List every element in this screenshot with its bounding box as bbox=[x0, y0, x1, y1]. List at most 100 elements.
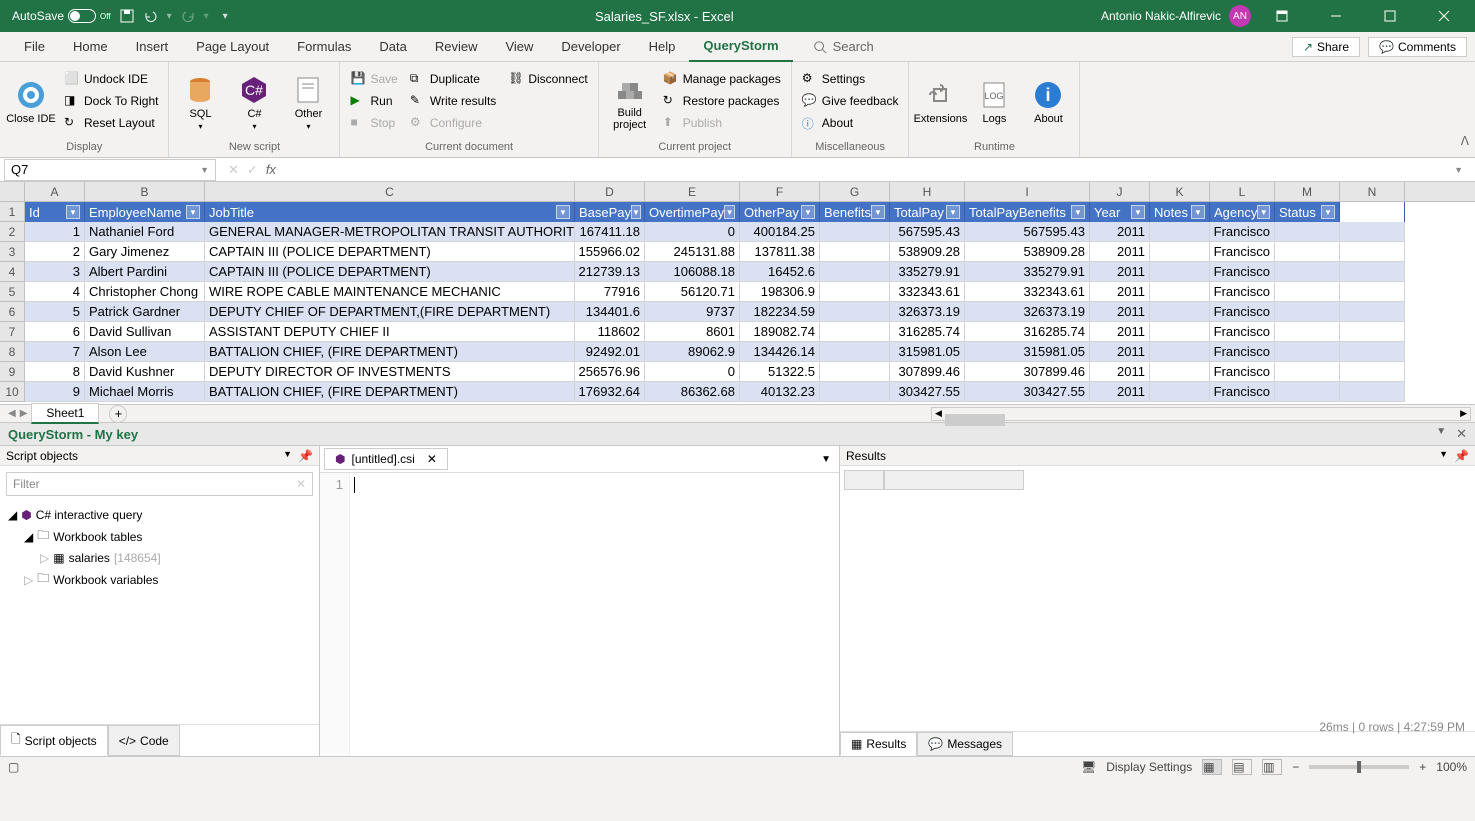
col-header-J[interactable]: J bbox=[1090, 182, 1150, 201]
table-header-TotalPayBenefits[interactable]: TotalPayBenefits▼ bbox=[965, 202, 1090, 222]
cell[interactable]: 2011 bbox=[1090, 242, 1150, 262]
cell[interactable]: 2011 bbox=[1090, 382, 1150, 402]
cell[interactable]: 8601 bbox=[645, 322, 740, 342]
table-header-OtherPay[interactable]: OtherPay▼ bbox=[740, 202, 820, 222]
cell[interactable]: 303427.55 bbox=[890, 382, 965, 402]
cell[interactable] bbox=[820, 342, 890, 362]
cell[interactable] bbox=[1150, 362, 1210, 382]
row-header-5[interactable]: 5 bbox=[0, 282, 25, 302]
cell[interactable]: 182234.59 bbox=[740, 302, 820, 322]
cell[interactable] bbox=[1150, 342, 1210, 362]
cell[interactable] bbox=[1340, 242, 1405, 262]
cell[interactable] bbox=[820, 322, 890, 342]
view-normal-icon[interactable]: ▦ bbox=[1202, 759, 1222, 775]
tab-help[interactable]: Help bbox=[635, 32, 690, 62]
cell[interactable]: Alson Lee bbox=[85, 342, 205, 362]
tab-insert[interactable]: Insert bbox=[122, 32, 183, 62]
col-header-N[interactable]: N bbox=[1340, 182, 1405, 201]
zoom-level[interactable]: 100% bbox=[1436, 760, 1467, 774]
cell[interactable]: San Francisco bbox=[1210, 322, 1275, 342]
table-header-OvertimePay[interactable]: OvertimePay▼ bbox=[645, 202, 740, 222]
cell[interactable] bbox=[1150, 382, 1210, 402]
cell[interactable] bbox=[820, 222, 890, 242]
cell[interactable] bbox=[1340, 382, 1405, 402]
cell[interactable]: 316285.74 bbox=[890, 322, 965, 342]
zoom-slider[interactable] bbox=[1309, 765, 1409, 769]
cell[interactable] bbox=[820, 282, 890, 302]
cell[interactable]: Gary Jimenez bbox=[85, 242, 205, 262]
cell[interactable]: 1 bbox=[25, 222, 85, 242]
restore-packages-button[interactable]: ↻Restore packages bbox=[659, 90, 785, 112]
sheet-tab[interactable]: Sheet1 bbox=[31, 403, 99, 424]
cell[interactable]: 538909.28 bbox=[965, 242, 1090, 262]
cell[interactable]: 189082.74 bbox=[740, 322, 820, 342]
cancel-formula-icon[interactable]: ✕ bbox=[228, 162, 239, 178]
cell[interactable]: San Francisco bbox=[1210, 302, 1275, 322]
zoom-in-icon[interactable]: + bbox=[1419, 760, 1426, 774]
cell[interactable]: 2011 bbox=[1090, 282, 1150, 302]
cell[interactable]: 2011 bbox=[1090, 222, 1150, 242]
comments-button[interactable]: 💬 Comments bbox=[1368, 37, 1467, 57]
cell[interactable]: 315981.05 bbox=[890, 342, 965, 362]
close-tab-icon[interactable]: ✕ bbox=[427, 452, 437, 466]
row-header-6[interactable]: 6 bbox=[0, 302, 25, 322]
redo-dropdown-icon[interactable]: ▾ bbox=[204, 11, 209, 22]
clear-filter-icon[interactable]: ✕ bbox=[296, 477, 306, 491]
cell[interactable]: 134426.14 bbox=[740, 342, 820, 362]
cell[interactable]: 9 bbox=[25, 382, 85, 402]
filter-input[interactable]: Filter ✕ bbox=[6, 472, 313, 496]
tab-review[interactable]: Review bbox=[421, 32, 492, 62]
cell[interactable] bbox=[1340, 282, 1405, 302]
tree-root[interactable]: ◢⬢C# interactive query bbox=[8, 506, 311, 524]
cell[interactable]: 307899.46 bbox=[965, 362, 1090, 382]
cell[interactable]: 567595.43 bbox=[965, 222, 1090, 242]
tab-page-layout[interactable]: Page Layout bbox=[182, 32, 283, 62]
cell[interactable]: 332343.61 bbox=[965, 282, 1090, 302]
about-runtime-button[interactable]: iAbout bbox=[1023, 68, 1073, 136]
table-header-JobTitle[interactable]: JobTitle▼ bbox=[205, 202, 575, 222]
cell[interactable]: 118602 bbox=[575, 322, 645, 342]
table-header-Notes[interactable]: Notes▼ bbox=[1150, 202, 1210, 222]
filter-dropdown-icon[interactable]: ▼ bbox=[801, 205, 815, 219]
col-header-B[interactable]: B bbox=[85, 182, 205, 201]
chevron-down-icon[interactable]: ▼ bbox=[200, 165, 209, 175]
cell[interactable]: 8 bbox=[25, 362, 85, 382]
cell[interactable]: 7 bbox=[25, 342, 85, 362]
table-header-TotalPay[interactable]: TotalPay▼ bbox=[890, 202, 965, 222]
col-header-H[interactable]: H bbox=[890, 182, 965, 201]
filter-dropdown-icon[interactable]: ▼ bbox=[66, 205, 80, 219]
cell[interactable]: 2011 bbox=[1090, 342, 1150, 362]
tree-tables[interactable]: ◢🗀Workbook tables bbox=[24, 524, 311, 549]
reset-layout-button[interactable]: ↻Reset Layout bbox=[60, 112, 162, 134]
editor-tab[interactable]: ⬢ [untitled].csi ✕ bbox=[324, 448, 448, 470]
cell[interactable]: 9737 bbox=[645, 302, 740, 322]
cell[interactable]: 16452.6 bbox=[740, 262, 820, 282]
cell[interactable] bbox=[1275, 262, 1340, 282]
cell[interactable]: 303427.55 bbox=[965, 382, 1090, 402]
save-icon[interactable] bbox=[119, 8, 135, 24]
table-header-Agency[interactable]: Agency▼ bbox=[1210, 202, 1275, 222]
cell[interactable] bbox=[820, 242, 890, 262]
sheet-nav-prev[interactable]: ◀ bbox=[8, 408, 16, 419]
cell[interactable]: 326373.19 bbox=[890, 302, 965, 322]
qs-close-icon[interactable]: ✕ bbox=[1456, 426, 1467, 442]
search-label[interactable]: Search bbox=[833, 39, 874, 54]
cell[interactable] bbox=[1275, 362, 1340, 382]
cell[interactable]: San Francisco bbox=[1210, 362, 1275, 382]
pin-icon[interactable]: 📌 bbox=[1454, 449, 1469, 463]
cell[interactable]: DEPUTY CHIEF OF DEPARTMENT,(FIRE DEPARTM… bbox=[205, 302, 575, 322]
cell[interactable] bbox=[1340, 342, 1405, 362]
cell[interactable]: 198306.9 bbox=[740, 282, 820, 302]
duplicate-button[interactable]: ⧉Duplicate bbox=[406, 68, 500, 90]
hscroll-left-icon[interactable]: ◀ bbox=[932, 408, 945, 419]
col-header-I[interactable]: I bbox=[965, 182, 1090, 201]
cell[interactable]: 212739.13 bbox=[575, 262, 645, 282]
cell[interactable] bbox=[820, 382, 890, 402]
cell[interactable]: 332343.61 bbox=[890, 282, 965, 302]
publish-button[interactable]: ⬆Publish bbox=[659, 112, 785, 134]
table-header-Year[interactable]: Year▼ bbox=[1090, 202, 1150, 222]
col-header-K[interactable]: K bbox=[1150, 182, 1210, 201]
tab-results[interactable]: ▦Results bbox=[840, 732, 917, 756]
cell[interactable] bbox=[1275, 342, 1340, 362]
cell[interactable]: 56120.71 bbox=[645, 282, 740, 302]
